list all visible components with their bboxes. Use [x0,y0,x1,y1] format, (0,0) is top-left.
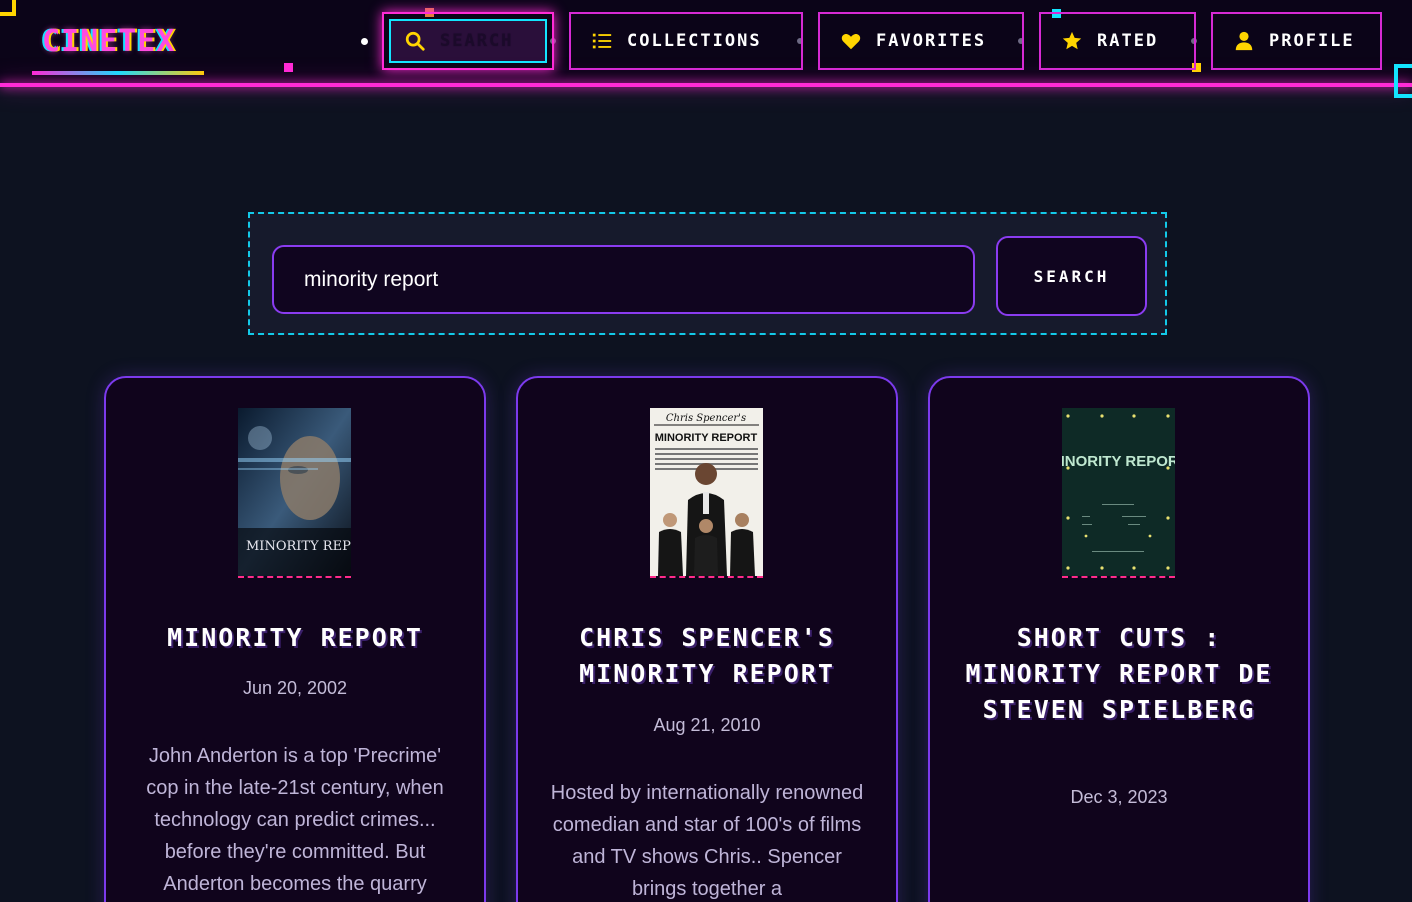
movie-title[interactable]: CHRIS SPENCER'S MINORITY REPORT [538,620,876,692]
release-date: Jun 20, 2002 [242,678,348,698]
movie-title[interactable]: SHORT CUTS : MINORITY REPORT DE STEVEN S… [950,620,1288,728]
nav-label: SEARCH [440,31,514,51]
nav-label: FAVORITES [876,31,987,51]
dot-decoration [361,38,368,45]
result-card[interactable]: MINORITY REPORT MINORITY REPORT Jun 20, … [104,376,486,902]
nav-search-button[interactable]: SEARCH [382,12,554,70]
movie-description: Hosted by internationally renowned comed… [550,782,864,900]
user-icon [1233,30,1255,52]
result-card[interactable]: MINORITY REPORT SHORT CUTS : MINORITY RE… [928,376,1310,902]
nav-profile-button[interactable]: PROFILE [1211,12,1382,70]
top-navbar: CINETEX SEARCH COLLECTIONS FAVORITES RAT… [0,0,1412,84]
logo-underline [32,71,204,75]
movie-poster[interactable]: Chris Spencer's MINORITY REPORT [650,408,763,578]
nav-label: RATED [1097,31,1159,51]
list-icon [591,30,613,52]
poster-header: Chris Spencer's [666,413,746,424]
corner-decoration [1394,64,1412,98]
nav-label: COLLECTIONS [627,31,762,51]
corner-decoration [0,0,16,16]
result-card[interactable]: Chris Spencer's MINORITY REPORT CHRIS SP… [516,376,898,902]
poster-text: MINORITY REPORT [655,432,758,444]
heart-icon [840,30,862,52]
release-date: Aug 21, 2010 [653,715,761,735]
movie-title[interactable]: MINORITY REPORT [126,620,464,656]
search-submit-button[interactable]: SEARCH [996,236,1147,316]
movie-poster[interactable]: MINORITY REPORT [238,408,351,578]
app-logo[interactable]: CINETEX [42,24,175,59]
release-date: Dec 3, 2023 [1070,787,1168,807]
search-panel: SEARCH [248,212,1167,335]
nav-rated-button[interactable]: RATED [1039,12,1196,70]
poster-text: MINORITY REPORT [1062,453,1175,470]
poster-text: MINORITY REPORT [246,539,351,554]
nav-label: PROFILE [1269,31,1355,51]
movie-description: John Anderton is a top 'Precrime' cop in… [146,745,444,895]
nav-collections-button[interactable]: COLLECTIONS [569,12,803,70]
movie-poster[interactable]: MINORITY REPORT [1062,408,1175,578]
nav-favorites-button[interactable]: FAVORITES [818,12,1024,70]
search-input[interactable] [272,245,975,314]
pixel-decoration [284,63,293,72]
star-icon [1061,30,1083,52]
search-icon [404,30,426,52]
navbar-neon-line [0,83,1412,87]
